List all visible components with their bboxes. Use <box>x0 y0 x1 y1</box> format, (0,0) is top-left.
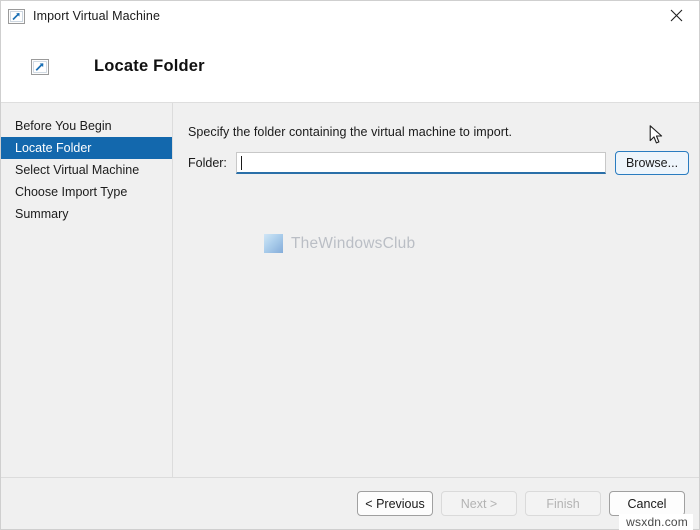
sidebar-item-label: Choose Import Type <box>15 185 128 199</box>
finish-button: Finish <box>525 491 601 516</box>
watermark-text: TheWindowsClub <box>291 234 416 252</box>
page-title: Locate Folder <box>94 57 205 75</box>
import-vm-icon <box>31 58 49 75</box>
previous-button[interactable]: < Previous <box>357 491 433 516</box>
sidebar-item-label: Summary <box>15 207 69 221</box>
wizard-content-pane: Specify the folder containing the virtua… <box>173 103 699 477</box>
cancel-button[interactable]: Cancel <box>609 491 685 516</box>
sidebar-item-choose-import-type[interactable]: Choose Import Type <box>1 181 172 203</box>
sidebar-item-summary[interactable]: Summary <box>1 203 172 225</box>
next-button: Next > <box>441 491 517 516</box>
wizard-footer: < Previous Next > Finish Cancel wsxdn.co… <box>1 477 699 530</box>
sidebar-item-before-you-begin[interactable]: Before You Begin <box>1 115 172 137</box>
thewindowsclub-watermark: TheWindowsClub <box>264 234 415 253</box>
text-caret <box>241 156 242 170</box>
wizard-body: Before You Begin Locate Folder Select Vi… <box>1 103 699 477</box>
title-bar: Import Virtual Machine <box>1 1 699 31</box>
sidebar-item-select-virtual-machine[interactable]: Select Virtual Machine <box>1 159 172 181</box>
close-icon[interactable] <box>654 1 699 30</box>
window-title: Import Virtual Machine <box>33 9 161 23</box>
import-vm-icon <box>8 8 25 24</box>
folder-input[interactable] <box>237 153 605 172</box>
wizard-header: Locate Folder <box>1 31 699 103</box>
sidebar-item-label: Select Virtual Machine <box>15 163 140 177</box>
sidebar-item-locate-folder[interactable]: Locate Folder <box>1 137 172 159</box>
windows-club-logo-icon <box>264 234 283 253</box>
folder-field-row: Folder: Browse... <box>188 151 699 175</box>
browse-button[interactable]: Browse... <box>615 151 689 175</box>
wizard-steps-sidebar: Before You Begin Locate Folder Select Vi… <box>1 103 173 477</box>
sidebar-item-label: Locate Folder <box>15 141 92 155</box>
folder-label: Folder: <box>188 156 227 170</box>
site-watermark: wsxdn.com <box>619 514 693 530</box>
instruction-text: Specify the folder containing the virtua… <box>188 125 513 139</box>
folder-input-wrapper[interactable] <box>236 152 606 174</box>
import-virtual-machine-window: Import Virtual Machine Locate Folder Bef… <box>0 0 700 530</box>
sidebar-item-label: Before You Begin <box>15 119 112 133</box>
